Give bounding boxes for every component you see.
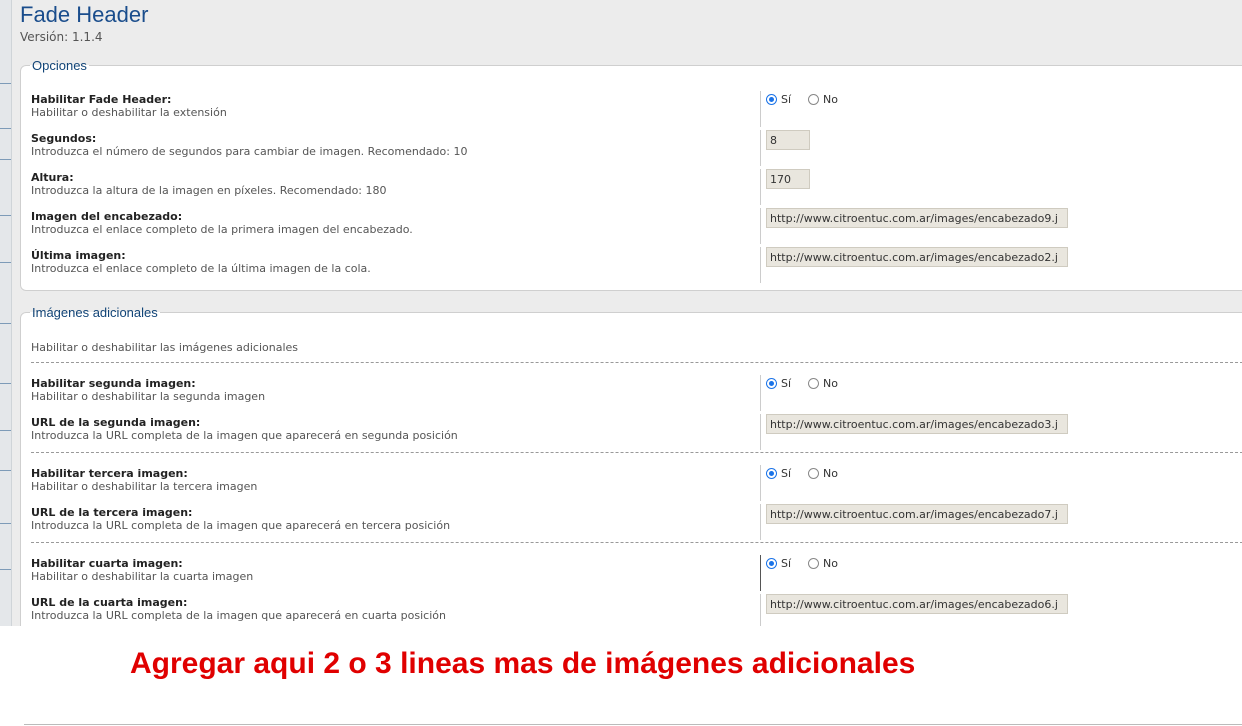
third-url-input[interactable] <box>766 504 1068 524</box>
fourth-enable-control: Sí No <box>760 555 855 591</box>
edge-tick <box>0 383 11 384</box>
left-nav-edge <box>0 0 12 626</box>
second-yes-label[interactable]: Sí <box>781 377 791 390</box>
header-image-label: Imagen del encabezado: <box>31 210 183 223</box>
edge-tick <box>0 159 11 160</box>
edge-tick <box>0 430 11 431</box>
dashed-separator <box>31 452 1242 453</box>
height-label: Altura: <box>31 171 74 184</box>
edge-tick <box>0 128 11 129</box>
enable-yes-label[interactable]: Sí <box>781 93 791 106</box>
third-url-control <box>760 504 1068 540</box>
version-text: Versión: 1.1.4 <box>20 30 103 44</box>
second-enable-explain: Habilitar o deshabilitar la segunda imag… <box>31 390 266 403</box>
edge-tick <box>0 323 11 324</box>
second-url-control <box>760 414 1068 450</box>
last-image-label: Última imagen: <box>31 249 126 262</box>
fourth-url-term: URL de la cuarta imagen: Introduzca la U… <box>31 596 751 622</box>
third-url-label: URL de la tercera imagen: <box>31 506 193 519</box>
edge-tick <box>0 569 11 570</box>
enable-fade-header-label: Habilitar Fade Header: <box>31 93 172 106</box>
fourth-url-input[interactable] <box>766 594 1068 614</box>
second-enable-radios: Sí No <box>766 375 855 391</box>
seconds-term: Segundos: Introduzca el número de segund… <box>31 132 751 158</box>
last-image-term: Última imagen: Introduzca el enlace comp… <box>31 249 751 275</box>
options-fieldset: Opciones Habilitar Fade Header: Habilita… <box>20 58 1242 291</box>
seconds-control <box>760 130 810 166</box>
second-no-label[interactable]: No <box>823 377 838 390</box>
extra-images-fieldset: Imágenes adicionales Habilitar o deshabi… <box>20 305 1242 626</box>
edge-tick <box>0 262 11 263</box>
bottom-divider <box>24 724 1242 725</box>
second-url-input[interactable] <box>766 414 1068 434</box>
enable-yes-radio[interactable] <box>766 93 777 105</box>
third-url-term: URL de la tercera imagen: Introduzca la … <box>31 506 751 532</box>
third-url-explain: Introduzca la URL completa de la imagen … <box>31 519 451 532</box>
fourth-url-control <box>760 594 1068 626</box>
third-enable-explain: Habilitar o deshabilitar la tercera imag… <box>31 480 258 493</box>
fourth-url-explain: Introduzca la URL completa de la imagen … <box>31 609 446 622</box>
seconds-explain: Introduzca el número de segundos para ca… <box>31 145 468 158</box>
second-enable-control: Sí No <box>760 375 855 411</box>
enable-no-radio[interactable] <box>808 93 820 105</box>
header-image-input[interactable] <box>766 208 1068 228</box>
second-yes-radio[interactable] <box>766 377 777 389</box>
dashed-separator <box>31 542 1242 543</box>
enable-fade-header-explain: Habilitar o deshabilitar la extensión <box>31 106 227 119</box>
third-no-radio[interactable] <box>808 467 820 479</box>
header-image-control <box>760 208 1068 244</box>
fourth-enable-term: Habilitar cuarta imagen: Habilitar o des… <box>31 557 751 583</box>
fourth-no-radio[interactable] <box>808 557 820 569</box>
fourth-enable-explain: Habilitar o deshabilitar la cuarta image… <box>31 570 254 583</box>
edge-tick <box>0 470 11 471</box>
last-image-control <box>760 247 1068 283</box>
third-no-label[interactable]: No <box>823 467 838 480</box>
second-enable-label: Habilitar segunda imagen: <box>31 377 196 390</box>
enable-fade-header-control: Sí No <box>760 91 855 127</box>
extra-images-legend: Imágenes adicionales <box>32 305 158 320</box>
fourth-enable-label: Habilitar cuarta imagen: <box>31 557 183 570</box>
enable-no-label[interactable]: No <box>823 93 838 106</box>
second-url-label: URL de la segunda imagen: <box>31 416 201 429</box>
height-explain: Introduzca la altura de la imagen en píx… <box>31 184 387 197</box>
fourth-yes-radio[interactable] <box>766 557 777 569</box>
second-url-explain: Introduzca la URL completa de la imagen … <box>31 429 458 442</box>
fourth-enable-radios: Sí No <box>766 555 855 571</box>
fourth-url-label: URL de la cuarta imagen: <box>31 596 188 609</box>
extra-intro-row: Habilitar o deshabilitar las imágenes ad… <box>31 341 1242 354</box>
dashed-separator <box>31 362 1242 363</box>
enable-fade-header-term: Habilitar Fade Header: Habilitar o desha… <box>31 93 751 119</box>
fourth-no-label[interactable]: No <box>823 557 838 570</box>
edge-tick <box>0 215 11 216</box>
page-title: Fade Header <box>20 2 149 27</box>
third-enable-term: Habilitar tercera imagen: Habilitar o de… <box>31 467 751 493</box>
third-enable-label: Habilitar tercera imagen: <box>31 467 188 480</box>
annotation-text: Agregar aqui 2 o 3 lineas mas de imágene… <box>130 647 916 680</box>
second-url-term: URL de la segunda imagen: Introduzca la … <box>31 416 751 442</box>
third-yes-label[interactable]: Sí <box>781 467 791 480</box>
edge-tick <box>0 83 11 84</box>
height-input[interactable] <box>766 169 810 189</box>
third-yes-radio[interactable] <box>766 467 777 479</box>
seconds-input[interactable] <box>766 130 810 150</box>
seconds-label: Segundos: <box>31 132 97 145</box>
third-enable-control: Sí No <box>760 465 855 501</box>
options-legend: Opciones <box>32 58 87 73</box>
height-term: Altura: Introduzca la altura de la image… <box>31 171 751 197</box>
enable-fade-header-radios: Sí No <box>766 91 855 107</box>
last-image-explain: Introduzca el enlace completo de la últi… <box>31 262 371 275</box>
second-enable-term: Habilitar segunda imagen: Habilitar o de… <box>31 377 751 403</box>
second-no-radio[interactable] <box>808 377 820 389</box>
header-image-term: Imagen del encabezado: Introduzca el enl… <box>31 210 751 236</box>
header-image-explain: Introduzca el enlace completo de la prim… <box>31 223 413 236</box>
edge-tick <box>0 523 11 524</box>
fourth-yes-label[interactable]: Sí <box>781 557 791 570</box>
settings-panel: Fade Header Versión: 1.1.4 Opciones Habi… <box>0 0 1242 626</box>
height-control <box>760 169 810 205</box>
last-image-input[interactable] <box>766 247 1068 267</box>
extra-intro-text: Habilitar o deshabilitar las imágenes ad… <box>31 341 299 354</box>
third-enable-radios: Sí No <box>766 465 855 481</box>
